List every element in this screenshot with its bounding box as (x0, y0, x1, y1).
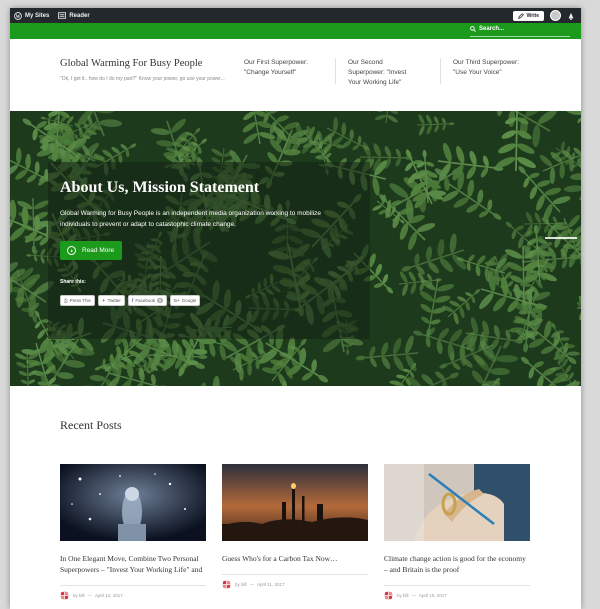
site-title[interactable]: Global Warming For Busy People (60, 58, 202, 69)
post-author[interactable]: by bill (73, 593, 85, 598)
post-divider (60, 585, 206, 586)
google-plus-icon: G+ (173, 298, 180, 303)
nav-item-third-superpower[interactable]: Our Third Superpower: "Use Your Voice" (453, 58, 519, 78)
post-card: In One Elegant Move, Combine Two Persona… (60, 464, 206, 600)
reader-button[interactable]: Reader (58, 12, 90, 19)
post-thumbnail[interactable] (60, 464, 206, 541)
nav-item-line: Our Third Superpower: (453, 59, 519, 66)
write-label: Write (526, 12, 539, 19)
reader-label: Reader (69, 12, 90, 19)
read-more-button[interactable]: Read More (60, 241, 122, 260)
hero-slider: About Us, Mission Statement Global Warmi… (10, 111, 581, 386)
post-title[interactable]: In One Elegant Move, Combine Two Persona… (60, 553, 206, 575)
post-card: Climate change action is good for the ec… (384, 464, 530, 600)
read-more-label: Read More (82, 247, 115, 254)
nav-item-line: "Change Yourself" (244, 69, 297, 76)
admin-bar-right: Write (512, 8, 575, 23)
wordpress-icon: W (14, 11, 22, 20)
share-press-this-button[interactable]: ⎙ Press This (60, 295, 95, 306)
nav-item-line: Your Working Life" (348, 79, 402, 86)
nav-divider (335, 58, 336, 84)
share-label: Share this: (60, 279, 86, 285)
post-meta: by bill — April 11, 2017 (222, 580, 368, 589)
reader-icon (58, 12, 67, 19)
admin-bar: W My Sites Reader Write (10, 8, 581, 23)
user-avatar[interactable] (550, 10, 561, 21)
post-card: Guess Who's for a Carbon Tax Now… by bil… (222, 464, 368, 589)
post-divider (222, 574, 368, 575)
share-button-label: Facebook (135, 298, 156, 303)
post-date: April 10, 2017 (419, 593, 447, 598)
share-twitter-button[interactable]: ✦ Twitter (97, 295, 125, 306)
post-date: April 12, 2017 (95, 593, 123, 598)
post-author[interactable]: by bill (397, 593, 409, 598)
browser-page: W My Sites Reader Write Search... Global… (10, 8, 581, 609)
nav-item-line: Superpower: "Invest (348, 69, 407, 76)
share-button-label: Google (181, 298, 197, 303)
post-thumbnail-image (384, 464, 530, 541)
share-button-label: Twitter (107, 298, 121, 303)
write-button[interactable]: Write (512, 10, 544, 21)
share-facebook-button[interactable]: f Facebook 0 (127, 295, 167, 306)
post-meta: by bill — April 10, 2017 (384, 591, 530, 600)
author-avatar-icon (60, 591, 69, 600)
recent-posts-heading: Recent Posts (60, 418, 122, 432)
share-buttons: ⎙ Press This ✦ Twitter f Facebook 0 G+ G… (60, 295, 203, 306)
author-avatar-icon (222, 580, 231, 589)
share-button-label: Press This (69, 298, 91, 303)
share-google-button[interactable]: G+ Google (169, 295, 201, 306)
pencil-icon (517, 12, 524, 19)
post-thumbnail[interactable] (222, 464, 368, 541)
post-thumbnail-image (222, 464, 368, 541)
search-field[interactable]: Search... (470, 26, 504, 32)
facebook-icon: f (131, 298, 134, 303)
facebook-share-count: 0 (157, 298, 163, 303)
hero-title[interactable]: About Us, Mission Statement (60, 179, 259, 197)
post-author[interactable]: by bill (235, 582, 247, 587)
post-thumbnail[interactable] (384, 464, 530, 541)
author-avatar-icon (384, 591, 393, 600)
post-meta: by bill — April 12, 2017 (60, 591, 206, 600)
my-sites-button[interactable]: W My Sites (14, 11, 50, 20)
nav-item-line: "Use Your Voice" (453, 69, 502, 76)
post-thumbnail-image (60, 464, 206, 541)
post-divider (384, 585, 530, 586)
nav-item-second-superpower[interactable]: Our Second Superpower: "Invest Your Work… (348, 58, 406, 88)
post-title[interactable]: Climate change action is good for the ec… (384, 553, 530, 575)
post-title[interactable]: Guess Who's for a Carbon Tax Now… (222, 553, 368, 564)
nav-item-line: Our First Superpower: (244, 59, 308, 66)
notifications-icon[interactable] (567, 12, 575, 20)
my-sites-label: My Sites (25, 12, 50, 19)
post-date: April 11, 2017 (257, 582, 285, 587)
nav-item-first-superpower[interactable]: Our First Superpower: "Change Yourself" (244, 58, 308, 78)
site-tagline: "Ok, I get it.. how do I do my part?" Kn… (60, 76, 225, 82)
twitter-icon: ✦ (101, 297, 106, 303)
svg-text:W: W (16, 14, 21, 19)
top-green-bar: Search... (10, 23, 581, 39)
arrow-circle-icon (67, 246, 76, 255)
print-icon: ⎙ (64, 298, 68, 303)
nav-item-line: Our Second (348, 59, 383, 66)
search-icon (470, 26, 476, 32)
hero-description: Global Warming for Busy People is an ind… (60, 210, 321, 228)
slider-indicator[interactable] (545, 237, 577, 239)
nav-divider (440, 58, 441, 84)
search-underline (470, 36, 570, 37)
search-placeholder: Search... (479, 26, 505, 32)
